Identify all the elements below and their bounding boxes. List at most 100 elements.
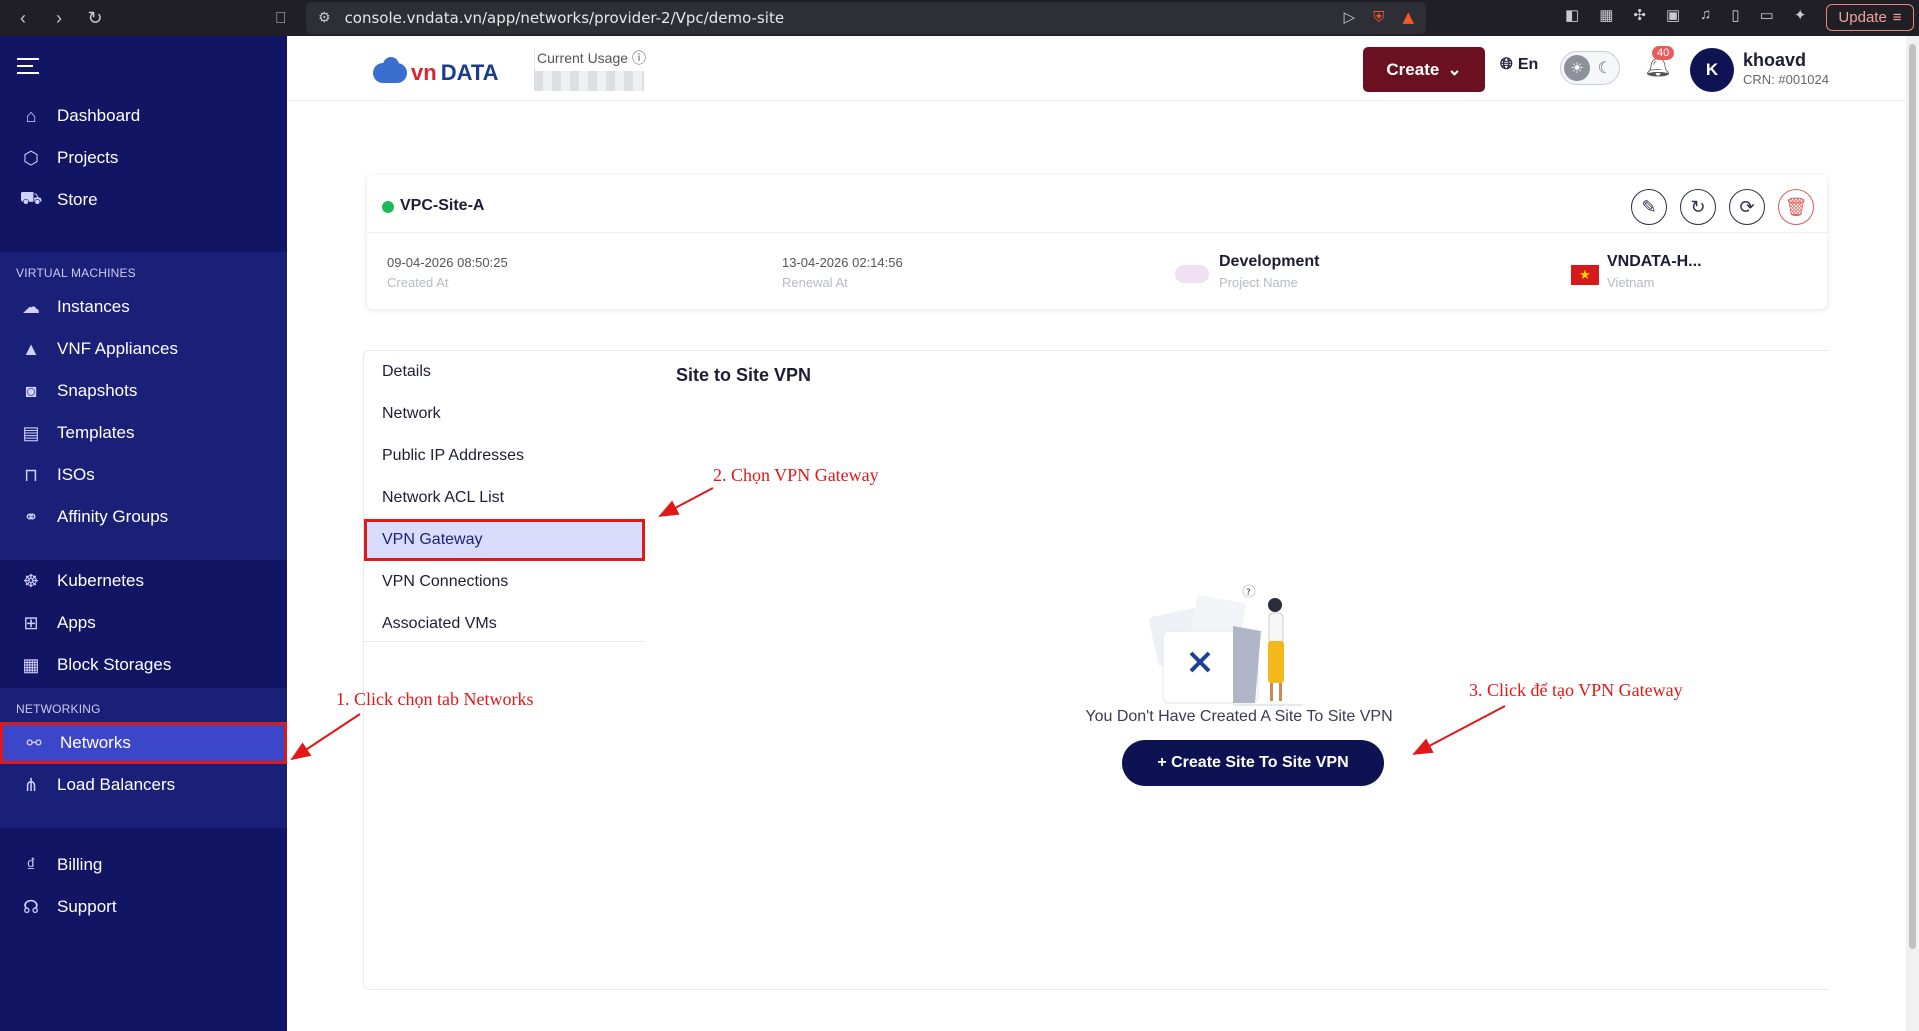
sidebar-item-instances[interactable]: ☁ Instances [0, 286, 287, 328]
play-icon[interactable]: ▷ [1344, 8, 1356, 26]
archive-icon: ▤ [22, 422, 40, 443]
sidebar-item-snapshots[interactable]: ◙ Snapshots [0, 370, 287, 412]
site-settings-icon[interactable]: ⚙ [318, 10, 331, 26]
hamburger-menu-icon[interactable] [17, 58, 39, 79]
annotation-step-1: 1. Click chọn tab Networks [336, 689, 534, 709]
logo-cloud-icon [373, 57, 407, 83]
back-icon[interactable]: ‹ [12, 8, 34, 29]
zone-value: VNDATA-H... [1607, 253, 1702, 270]
address-bar[interactable]: ⎕ ⚙ console.vndata.vn/app/networks/provi… [276, 2, 1426, 34]
create-button[interactable]: Create ⌄ [1363, 47, 1485, 92]
tab-vpn-gateway[interactable]: VPN Gateway [364, 519, 645, 561]
section-heading: VIRTUAL MACHINES [16, 266, 136, 280]
bookmark-icon[interactable]: ⎕ [276, 8, 286, 28]
apps-grid-icon: ⊞ [23, 612, 39, 633]
sidebar-item-affinity-groups[interactable]: ⚭ Affinity Groups [0, 496, 287, 538]
restart-icon: ↻ [1690, 196, 1706, 217]
scrollbar-thumb[interactable] [1909, 44, 1916, 949]
current-usage-value-blurred [534, 71, 644, 91]
refresh-button[interactable]: ⟳ [1729, 189, 1765, 225]
tab-public-ip-addresses[interactable]: Public IP Addresses [364, 435, 645, 477]
sidebar-toggle-icon[interactable]: ▯ [1731, 6, 1739, 24]
group-icon: ⚭ [23, 506, 39, 527]
empty-state-text: You Don't Have Created A Site To Site VP… [1085, 708, 1393, 725]
tab-network-acl-list[interactable]: Network ACL List [364, 477, 645, 519]
empty-state-illustration: ? [1149, 584, 1303, 706]
sidebar-item-label: VNF Appliances [57, 339, 178, 358]
help-icon[interactable]: ⓘ [632, 50, 646, 66]
avatar[interactable]: K [1690, 48, 1734, 92]
card-divider [367, 232, 1827, 233]
sidebar-item-load-balancers[interactable]: ⋔ Load Balancers [0, 764, 287, 806]
sidebar-item-apps[interactable]: ⊞ Apps [0, 602, 287, 644]
sidebar-item-dashboard[interactable]: ⌂ Dashboard [0, 95, 287, 137]
brave-rewards-icon[interactable]: ▲ [1402, 8, 1414, 26]
vndata-logo[interactable]: vn DATA [373, 57, 499, 86]
url-text[interactable]: console.vndata.vn/app/networks/provider-… [345, 9, 785, 27]
status-dot [382, 201, 394, 213]
tab-details[interactable]: Details [364, 351, 645, 393]
language-selector[interactable]: 🌐︎ En [1500, 56, 1538, 74]
sidebar: ⌂ Dashboard ⬡ Projects ⛟ Store VIRTUAL MACH… [0, 36, 287, 1031]
usage-label-text: Current Usage [537, 50, 629, 66]
sidebar-item-block-storages[interactable]: ▦ Block Storages [0, 644, 287, 686]
username[interactable]: khoavd [1743, 50, 1806, 71]
helm-icon: ☸ [22, 570, 40, 591]
theme-toggle[interactable]: ☀ ☾ [1560, 51, 1620, 85]
leo-icon[interactable]: ✦ [1794, 6, 1807, 24]
sidebar-item-isos[interactable]: ⊓ ISOs [0, 454, 287, 496]
sidebar-item-label: Networks [60, 733, 131, 752]
annotation-step-2: 2. Chọn VPN Gateway [713, 465, 879, 485]
vpc-detail-panel: Details Network Public IP Addresses Netw… [363, 350, 1832, 990]
tab-associated-vms[interactable]: Associated VMs [364, 603, 645, 645]
section-title: Site to Site VPN [676, 365, 812, 385]
music-icon[interactable]: ♫ [1700, 6, 1711, 24]
sidebar-item-billing[interactable]: ₫ Billing [0, 844, 287, 886]
delete-button[interactable]: 🗑︎ [1778, 189, 1814, 225]
renewal-at-value: 13-04-2026 02:14:56 [782, 255, 903, 270]
tab-network[interactable]: Network [364, 393, 645, 435]
create-site-to-site-vpn-button[interactable]: + Create Site To Site VPN [1122, 740, 1384, 786]
sidebar-item-templates[interactable]: ▤ Templates [0, 412, 287, 454]
forward-icon[interactable]: › [48, 8, 70, 29]
qr-icon[interactable]: ▦ [1599, 6, 1613, 24]
project-name-label: Project Name [1219, 275, 1298, 290]
sidebar-item-support[interactable]: ☊ Support [0, 886, 287, 928]
sidebar-item-vnf-appliances[interactable]: ▲ VNF Appliances [0, 328, 287, 370]
brave-shield-icon[interactable]: ⛨ [1373, 8, 1384, 26]
sidebar-item-label: Load Balancers [57, 775, 176, 794]
sidebar-item-store[interactable]: ⛟ Store [0, 179, 287, 221]
sidebar-item-label: Kubernetes [57, 571, 144, 590]
current-usage-label: Current Usage ⓘ [537, 48, 646, 68]
sidebar-item-label: Instances [57, 297, 130, 316]
edit-button[interactable]: ✎ [1631, 189, 1667, 225]
headset-icon: ☊ [23, 896, 39, 917]
menu-icon: ≡ [1892, 9, 1902, 26]
update-button[interactable]: Update ≡ [1826, 4, 1914, 31]
disc-icon: ⊓ [23, 464, 39, 485]
sun-icon: ☀ [1564, 55, 1590, 81]
notification-badge: 40 [1652, 46, 1675, 60]
language-label: En [1517, 56, 1539, 73]
puzzle-icon[interactable]: ✣ [1633, 6, 1646, 24]
sidebar-group-services: ☸ Kubernetes ⊞ Apps ▦ Block Storages [0, 560, 287, 686]
sidebar-item-label: Store [57, 190, 98, 209]
extension-icon[interactable]: ◧ [1565, 6, 1579, 24]
sidebar-item-networks[interactable]: ⚯ Networks [0, 722, 287, 764]
annotation-arrow-1 [290, 713, 361, 761]
wallet-icon[interactable]: ▭ [1760, 6, 1774, 24]
sidebar-item-projects[interactable]: ⬡ Projects [0, 137, 287, 179]
page-scrollbar[interactable] [1906, 36, 1919, 1031]
annotation-step-3: 3. Click để tạo VPN Gateway [1469, 680, 1683, 700]
screenshot-icon[interactable]: ▣ [1666, 6, 1680, 24]
reload-icon[interactable]: ↻ [84, 8, 106, 29]
vpc-tabs: Details Network Public IP Addresses Netw… [364, 351, 645, 642]
created-at-value: 09-04-2026 08:50:25 [387, 255, 508, 270]
tab-vpn-connections[interactable]: VPN Connections [364, 561, 645, 603]
moon-icon: ☾ [1597, 60, 1612, 77]
sidebar-item-kubernetes[interactable]: ☸ Kubernetes [0, 560, 287, 602]
home-icon: ⌂ [25, 105, 37, 126]
restart-button[interactable]: ↻ [1680, 189, 1716, 225]
dong-icon: ₫ [26, 854, 36, 875]
extensions-bar: ◧ ▦ ✣ ▣ ♫ ▯ ▭ ✦ [1565, 6, 1806, 24]
